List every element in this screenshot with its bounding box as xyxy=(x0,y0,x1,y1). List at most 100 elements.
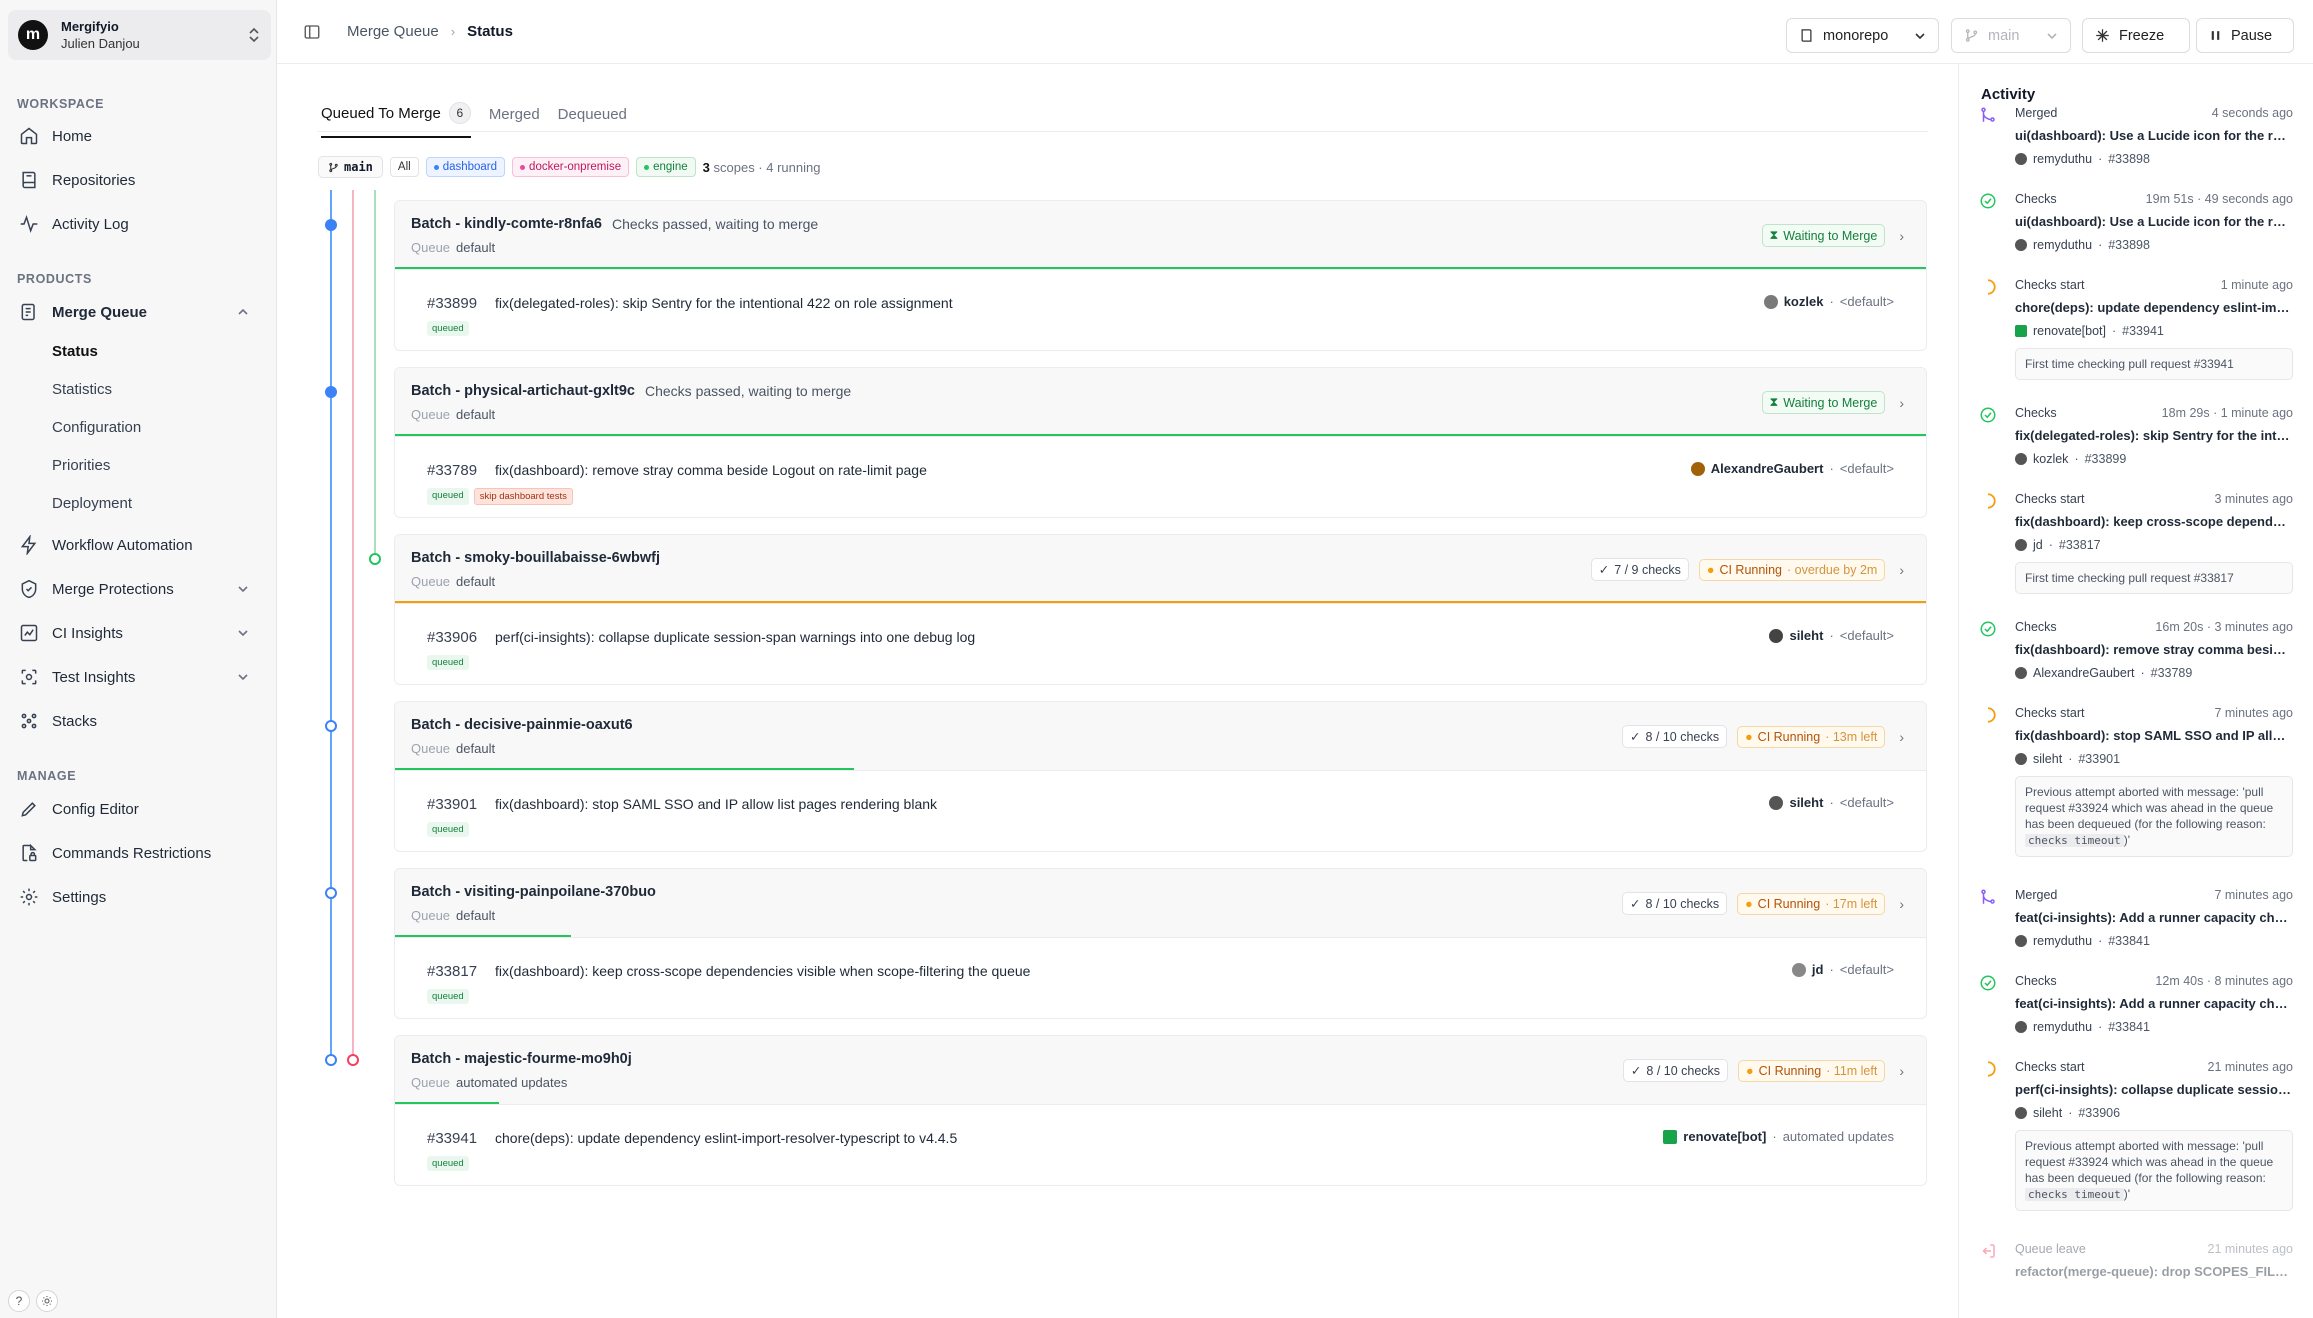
repo-selector[interactable]: monorepo xyxy=(1786,18,1939,53)
pr-number[interactable]: #33941 xyxy=(427,1130,477,1147)
pr-number[interactable]: #33899 xyxy=(427,295,477,312)
event-pr[interactable]: #33899 xyxy=(2085,452,2127,466)
breadcrumb-merge-queue[interactable]: Merge Queue xyxy=(347,23,439,40)
chevron-right-icon[interactable]: › xyxy=(1899,228,1904,244)
event-author[interactable]: AlexandreGaubert xyxy=(2033,666,2134,680)
event-title[interactable]: fix(dashboard): remove stray comma besid… xyxy=(2015,642,2293,657)
sidebar-item-ci-insights[interactable]: CI Insights xyxy=(16,615,268,651)
event-author[interactable]: remyduthu xyxy=(2033,152,2092,166)
sidebar-item-workflow-automation[interactable]: Workflow Automation xyxy=(16,527,268,563)
author-name[interactable]: AlexandreGaubert xyxy=(1711,461,1824,476)
pause-button[interactable]: Pause xyxy=(2196,18,2294,53)
author-name[interactable]: sileht xyxy=(1789,628,1823,643)
event-pr[interactable]: #33898 xyxy=(2108,238,2150,252)
pr-title[interactable]: fix(dashboard): remove stray comma besid… xyxy=(495,462,927,478)
event-pr[interactable]: #33789 xyxy=(2151,666,2193,680)
event-pr[interactable]: #33841 xyxy=(2108,934,2150,948)
event-title[interactable]: feat(ci-insights): Add a runner capacity… xyxy=(2015,910,2293,925)
scope-filter-all[interactable]: All xyxy=(389,157,419,177)
sidebar-item-stacks[interactable]: Stacks xyxy=(16,703,268,739)
sidebar-toggle-icon[interactable] xyxy=(303,23,321,41)
sidebar-subitem-status[interactable]: Status xyxy=(52,336,98,366)
sidebar-subitem-deployment[interactable]: Deployment xyxy=(52,488,132,518)
event-author[interactable]: sileht xyxy=(2033,1106,2062,1120)
event-title[interactable]: perf(ci-insights): collapse duplicate se… xyxy=(2015,1082,2293,1097)
event-pr[interactable]: #33906 xyxy=(2078,1106,2120,1120)
event-title[interactable]: ui(dashboard): Use a Lucide icon for the… xyxy=(2015,214,2293,229)
event-author[interactable]: jd xyxy=(2033,538,2043,552)
sidebar-item-settings[interactable]: Settings xyxy=(16,879,268,915)
author-name[interactable]: jd xyxy=(1812,962,1824,977)
event-author[interactable]: remyduthu xyxy=(2033,934,2092,948)
tab-dequeued[interactable]: Dequeued xyxy=(558,98,627,138)
pr-title[interactable]: fix(delegated-roles): skip Sentry for th… xyxy=(495,295,953,311)
pr-number[interactable]: #33901 xyxy=(427,796,477,813)
help-button[interactable]: ? xyxy=(8,1290,30,1312)
chevron-right-icon[interactable]: › xyxy=(1899,729,1904,745)
pull-request-row[interactable]: #33906 perf(ci-insights): collapse dupli… xyxy=(395,603,1926,684)
batch-header[interactable]: Batch - physical-artichaut-gxlt9c Checks … xyxy=(395,368,1926,436)
batch-header[interactable]: Batch - majestic-fourme-mo9h0j Queue auto… xyxy=(395,1036,1926,1104)
pr-title[interactable]: chore(deps): update dependency eslint-im… xyxy=(495,1130,957,1146)
event-title[interactable]: chore(deps): update dependency eslint-im… xyxy=(2015,300,2293,315)
pr-number[interactable]: #33906 xyxy=(427,629,477,646)
pr-title[interactable]: fix(dashboard): keep cross-scope depende… xyxy=(495,963,1030,979)
pull-request-row[interactable]: #33899 fix(delegated-roles): skip Sentry… xyxy=(395,269,1926,350)
event-pr[interactable]: #33901 xyxy=(2078,752,2120,766)
event-pr[interactable]: #33941 xyxy=(2122,324,2164,338)
chevron-right-icon[interactable]: › xyxy=(1899,395,1904,411)
org-switcher[interactable]: m Mergifyio Julien Danjou xyxy=(8,10,271,60)
event-title[interactable]: fix(dashboard): keep cross-scope depende… xyxy=(2015,514,2293,529)
pull-request-row[interactable]: #33901 fix(dashboard): stop SAML SSO and… xyxy=(395,770,1926,851)
sidebar-item-repositories[interactable]: Repositories xyxy=(16,162,268,198)
batch-header[interactable]: Batch - decisive-painmie-oaxut6 Queue def… xyxy=(395,702,1926,770)
chevron-right-icon[interactable]: › xyxy=(1899,896,1904,912)
event-author[interactable]: kozlek xyxy=(2033,452,2068,466)
pr-title[interactable]: perf(ci-insights): collapse duplicate se… xyxy=(495,629,975,645)
sidebar-item-home[interactable]: Home xyxy=(16,118,268,154)
sidebar-item-test-insights[interactable]: Test Insights xyxy=(16,659,268,695)
author-name[interactable]: kozlek xyxy=(1784,294,1824,309)
pr-title[interactable]: fix(dashboard): stop SAML SSO and IP all… xyxy=(495,796,937,812)
batch-header[interactable]: Batch - kindly-comte-r8nfa6 Checks passed… xyxy=(395,201,1926,269)
branch-selector[interactable]: main xyxy=(1951,18,2071,53)
author-name[interactable]: sileht xyxy=(1789,795,1823,810)
event-author[interactable]: renovate[bot] xyxy=(2033,324,2106,338)
sidebar-item-merge-protections[interactable]: Merge Protections xyxy=(16,571,268,607)
event-pr[interactable]: #33817 xyxy=(2059,538,2101,552)
event-title[interactable]: fix(dashboard): stop SAML SSO and IP all… xyxy=(2015,728,2293,743)
pull-request-row[interactable]: #33941 chore(deps): update dependency es… xyxy=(395,1104,1926,1185)
pr-number[interactable]: #33789 xyxy=(427,462,477,479)
tab-merged[interactable]: Merged xyxy=(489,98,540,138)
pull-request-row[interactable]: #33817 fix(dashboard): keep cross-scope … xyxy=(395,937,1926,1018)
theme-toggle-button[interactable] xyxy=(36,1290,58,1312)
event-pr[interactable]: #33841 xyxy=(2108,1020,2150,1034)
pr-number[interactable]: #33817 xyxy=(427,963,477,980)
chevron-right-icon[interactable]: › xyxy=(1899,562,1904,578)
sidebar-subitem-statistics[interactable]: Statistics xyxy=(52,374,112,404)
sidebar-item-commands-restrictions[interactable]: Commands Restrictions xyxy=(16,835,268,871)
event-author[interactable]: sileht xyxy=(2033,752,2062,766)
scope-filter-docker-onpremise[interactable]: docker-onpremise xyxy=(512,157,630,177)
tab-queued-to-merge[interactable]: Queued To Merge 6 xyxy=(321,98,471,138)
event-title[interactable]: ui(dashboard): Use a Lucide icon for the… xyxy=(2015,128,2293,143)
event-pr[interactable]: #33898 xyxy=(2108,152,2150,166)
pull-request-row[interactable]: #33789 fix(dashboard): remove stray comm… xyxy=(395,436,1926,517)
batch-header[interactable]: Batch - smoky-bouillabaisse-6wbwfj Queue… xyxy=(395,535,1926,603)
freeze-button[interactable]: Freeze xyxy=(2082,18,2190,53)
scope-filter-engine[interactable]: engine xyxy=(636,157,696,177)
event-author[interactable]: remyduthu xyxy=(2033,238,2092,252)
event-author[interactable]: remyduthu xyxy=(2033,1020,2092,1034)
sidebar-item-config-editor[interactable]: Config Editor xyxy=(16,791,268,827)
sidebar-item-merge-queue[interactable]: Merge Queue xyxy=(16,294,268,330)
sidebar-subitem-configuration[interactable]: Configuration xyxy=(52,412,141,442)
sidebar-subitem-priorities[interactable]: Priorities xyxy=(52,450,110,480)
event-title[interactable]: feat(ci-insights): Add a runner capacity… xyxy=(2015,996,2293,1011)
author-name[interactable]: renovate[bot] xyxy=(1683,1129,1766,1144)
scope-filter-dashboard[interactable]: dashboard xyxy=(425,157,506,177)
sidebar-item-activity-log[interactable]: Activity Log xyxy=(16,206,268,242)
chevron-right-icon[interactable]: › xyxy=(1899,1063,1904,1079)
batch-header[interactable]: Batch - visiting-painpoilane-370buo Queu… xyxy=(395,869,1926,937)
event-title[interactable]: refactor(merge-queue): drop SCOPES_FILES… xyxy=(2015,1264,2293,1279)
event-title[interactable]: fix(delegated-roles): skip Sentry for th… xyxy=(2015,428,2293,443)
